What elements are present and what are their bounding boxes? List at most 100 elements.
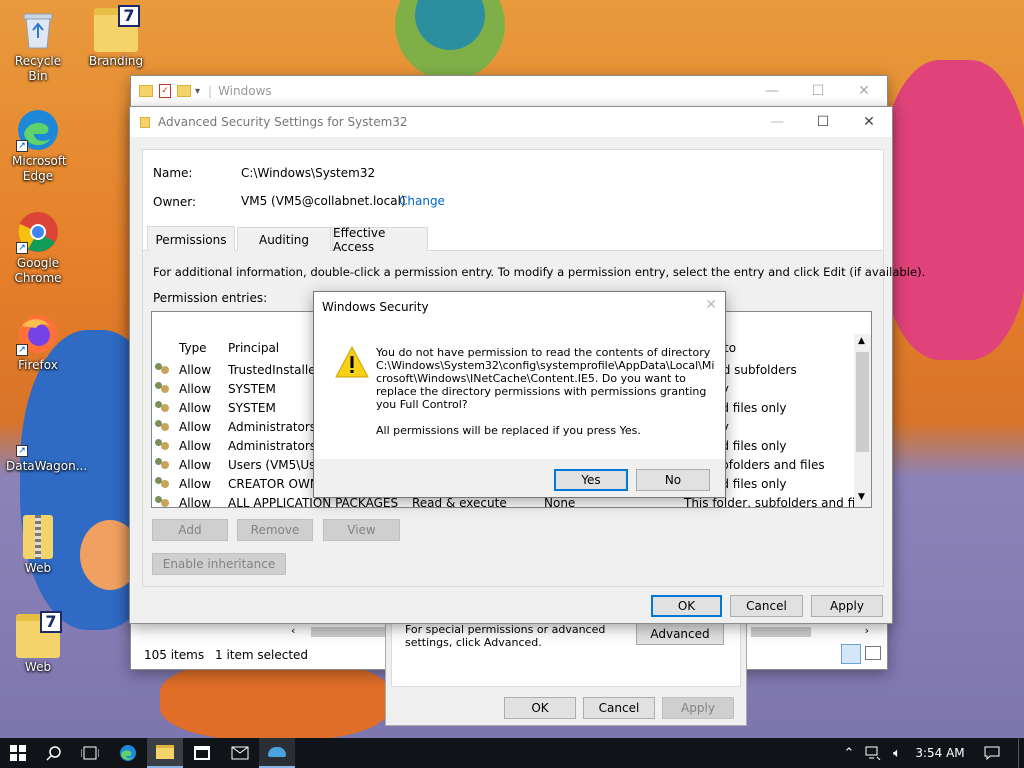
taskbar-file-explorer[interactable] [147, 738, 183, 768]
tab-strip: Permissions Auditing Effective Access [143, 226, 883, 254]
security-note: All permissions will be replaced if you … [376, 424, 641, 437]
minimize-button[interactable]: — [754, 107, 800, 137]
notifications-button[interactable] [976, 738, 1008, 768]
row-type: Allow [179, 401, 212, 415]
enable-inheritance-button[interactable]: Enable inheritance [152, 553, 286, 575]
mail-icon [231, 746, 249, 760]
search-button[interactable] [36, 738, 72, 768]
row-principal: SYSTEM [228, 401, 276, 415]
scroll-right-icon[interactable]: › [865, 624, 869, 637]
desktop-icon-recycle-bin[interactable]: Recycle Bin [6, 8, 70, 84]
user-group-icon [155, 458, 171, 472]
maximize-button[interactable]: ☐ [800, 107, 846, 137]
edge-icon [120, 745, 136, 761]
row-type: Allow [179, 496, 212, 508]
ok-button[interactable]: OK [651, 595, 722, 617]
user-group-icon [155, 439, 171, 453]
large-icons-view-button[interactable] [865, 646, 881, 660]
close-button[interactable]: ✕ [841, 76, 887, 106]
desktop-icon-web-2[interactable]: 7 Web [6, 611, 70, 675]
row-principal: TrustedInstaller [228, 363, 321, 377]
windows-security-dialog: Windows Security ✕ You do not have permi… [313, 291, 726, 498]
show-desktop-button[interactable] [1018, 738, 1024, 768]
desktop-icon-web-1[interactable]: Web [6, 515, 70, 576]
row-type: Allow [179, 439, 212, 453]
folder-icon [140, 116, 150, 128]
properties-icon[interactable]: ✓ [159, 84, 171, 98]
task-view-button[interactable] [72, 738, 108, 768]
taskbar-store[interactable] [184, 738, 220, 768]
no-button[interactable]: No [636, 469, 710, 491]
desktop-icon-datawagon[interactable]: ↗ DataWagon... [6, 413, 88, 474]
desktop-icon-edge[interactable]: ↗ Microsoft Edge [6, 108, 70, 184]
taskbar-clock[interactable]: 3:54 AM [910, 738, 970, 768]
user-group-icon [155, 382, 171, 396]
quick-access-dropdown-icon[interactable]: ▾ [195, 86, 200, 97]
scroll-left-icon[interactable]: ‹ [291, 624, 295, 637]
yes-button[interactable]: Yes [554, 469, 628, 491]
name-value: C:\Windows\System32 [241, 166, 376, 180]
wallpaper-feet [160, 660, 390, 740]
show-hidden-icons-button[interactable]: ⌃ [838, 738, 860, 768]
cancel-button[interactable]: Cancel [730, 595, 803, 617]
advanced-button[interactable]: Advanced [636, 623, 724, 645]
security-dialog-title: Windows Security [322, 300, 429, 314]
properties-cancel-button[interactable]: Cancel [583, 697, 655, 719]
network-icon[interactable] [862, 738, 884, 768]
row-type: Allow [179, 458, 212, 472]
owner-label: Owner: [153, 195, 197, 209]
scroll-up-icon[interactable]: ▲ [858, 336, 865, 346]
tab-effective-access[interactable]: Effective Access [332, 226, 428, 254]
add-button[interactable]: Add [152, 519, 228, 541]
new-folder-icon[interactable] [177, 85, 191, 97]
volume-icon[interactable]: 🔈︎ [886, 738, 908, 768]
apply-button[interactable]: Apply [811, 595, 883, 617]
properties-dialog: For special permissions or advanced sett… [385, 610, 747, 726]
remove-button[interactable]: Remove [237, 519, 313, 541]
desktop-icon-chrome[interactable]: ↗ Google Chrome [6, 210, 70, 286]
taskbar-edge[interactable] [110, 738, 146, 768]
scroll-down-icon[interactable]: ▼ [858, 492, 865, 502]
explorer-title: Windows [218, 84, 272, 98]
recycle-bin-icon [16, 8, 60, 52]
view-button[interactable]: View [323, 519, 400, 541]
security-button-bar: Yes No [314, 459, 725, 497]
advanced-security-title: Advanced Security Settings for System32 [158, 115, 408, 129]
column-header-principal[interactable]: Principal [228, 341, 279, 355]
vertical-scrollbar[interactable]: ▲ ▼ [854, 334, 871, 507]
scrollbar-thumb[interactable] [856, 352, 869, 452]
info-text: For additional information, double-click… [153, 265, 926, 279]
tab-auditing[interactable]: Auditing [237, 227, 331, 251]
taskbar-app[interactable] [259, 738, 295, 768]
task-view-icon [81, 746, 99, 760]
close-icon[interactable]: ✕ [705, 297, 717, 313]
folder-icon [156, 745, 174, 759]
desktop-icon-label: Web [24, 660, 52, 674]
user-group-icon [155, 496, 171, 507]
chrome-icon: ↗ [16, 210, 60, 254]
windows-logo-icon [10, 745, 26, 761]
properties-apply-button[interactable]: Apply [662, 697, 734, 719]
row-type: Allow [179, 420, 212, 434]
details-view-button[interactable] [841, 644, 861, 664]
column-header-type[interactable]: Type [179, 341, 207, 355]
desktop-icon-branding[interactable]: 7 Branding [84, 5, 148, 69]
taskbar-mail[interactable] [222, 738, 258, 768]
desktop-icon-label: Branding [88, 54, 144, 68]
tab-permissions[interactable]: Permissions [147, 226, 235, 252]
properties-ok-button[interactable]: OK [504, 697, 576, 719]
desktop-icon-label: Google Chrome [14, 256, 62, 285]
change-owner-link[interactable]: Change [399, 194, 445, 208]
desktop-icon-firefox[interactable]: ↗ Firefox [6, 312, 70, 373]
wallpaper-pink-shape [880, 60, 1024, 360]
close-button[interactable]: ✕ [846, 107, 892, 137]
edge-icon: ↗ [16, 108, 60, 152]
taskbar: ⌃ 🔈︎ 3:54 AM [0, 738, 1024, 768]
minimize-button[interactable]: — [749, 76, 795, 106]
firefox-icon: ↗ [16, 312, 60, 356]
desktop-icon-label: DataWagon... [6, 459, 88, 473]
start-button[interactable] [0, 738, 36, 768]
shortcut-arrow-icon: ↗ [16, 242, 28, 254]
maximize-button[interactable]: ☐ [795, 76, 841, 106]
status-item-count: 105 items [144, 648, 205, 662]
